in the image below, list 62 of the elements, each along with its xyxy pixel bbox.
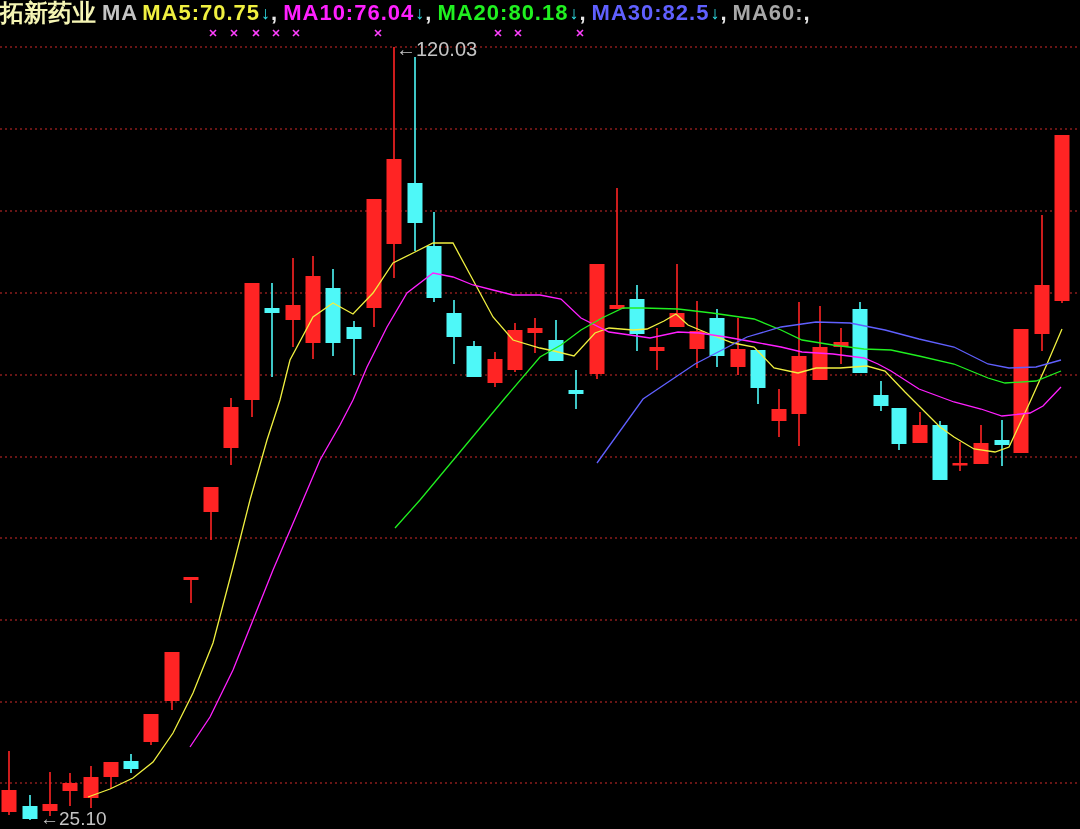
separator: , (579, 2, 586, 24)
separator: , (720, 2, 727, 24)
cross-marker-icon (374, 29, 382, 37)
rising-candle (487, 351, 503, 388)
falling-candle (873, 380, 889, 412)
falling-candle (568, 369, 584, 410)
falling-candle (123, 753, 139, 774)
rising-candle (952, 441, 968, 472)
moving-average-value: MA30:82.5 (591, 2, 710, 24)
falling-candle (932, 420, 948, 481)
cross-marker-icon (252, 29, 260, 37)
rising-candle (973, 424, 989, 465)
rising-candle (62, 772, 78, 807)
rising-candle (527, 317, 543, 354)
trend-arrow: ↓ (569, 4, 579, 22)
indicator-label: MA (102, 2, 139, 24)
separator: , (425, 2, 432, 24)
cross-marker-icon (576, 29, 584, 37)
falling-candle (994, 419, 1010, 467)
cross-marker-icon (230, 29, 238, 37)
falling-candle (466, 340, 482, 378)
rising-candle (203, 486, 219, 541)
rising-candle (649, 327, 665, 371)
rising-candle (771, 388, 787, 438)
low-price-label: ←25.10 (40, 808, 107, 829)
stock-name: 拓新药业 (0, 1, 96, 25)
falling-candle (22, 794, 38, 821)
high-price-label: ←120.03 (396, 38, 478, 60)
cross-marker-icon (272, 29, 280, 37)
rising-candle (223, 397, 239, 466)
falling-candle (446, 299, 462, 365)
trend-arrow: ↓ (415, 4, 425, 22)
rising-candle (912, 411, 928, 444)
falling-candle (891, 407, 907, 451)
moving-average-value: MA60: (732, 2, 804, 24)
moving-average-value: MA20:80.18 (437, 2, 569, 24)
falling-candle (750, 349, 766, 405)
rising-candle (689, 300, 705, 369)
rising-candle (507, 322, 523, 373)
rising-candle (669, 263, 685, 328)
cross-marker-icon (292, 29, 300, 37)
falling-candle (346, 320, 362, 376)
rising-candle (1, 750, 17, 816)
falling-candle (709, 308, 725, 368)
rising-candle (83, 765, 99, 809)
separator: , (271, 2, 278, 24)
trend-arrow: ↓ (261, 4, 271, 22)
rising-candle (164, 651, 180, 711)
rising-candle (833, 327, 849, 365)
rising-candle (183, 576, 199, 604)
cross-marker-icon (514, 29, 522, 37)
separator: , (803, 2, 810, 24)
falling-candle (548, 319, 564, 362)
rising-candle (103, 761, 119, 789)
rising-candle (730, 317, 746, 376)
falling-candle (629, 284, 645, 352)
cross-marker-icon (494, 29, 502, 37)
moving-average-value: MA10:76.04 (283, 2, 415, 24)
trend-arrow: ↓ (710, 4, 720, 22)
cross-marker-icon (209, 29, 217, 37)
moving-average-value: MA5:70.75 (142, 2, 261, 24)
rising-candle (143, 713, 159, 746)
